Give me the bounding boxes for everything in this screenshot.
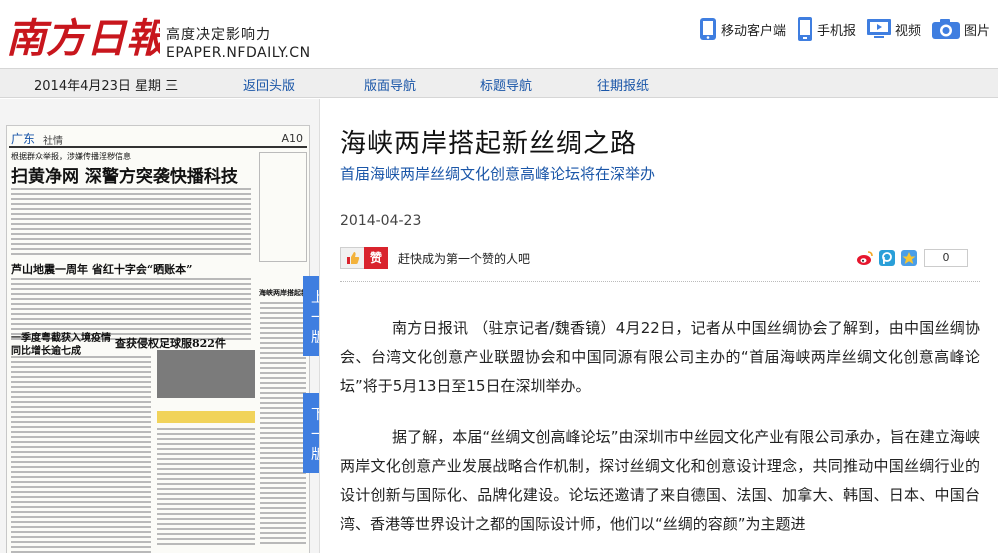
nav-page-navigation[interactable]: 版面导航 [364, 75, 416, 94]
paper-headline-4[interactable]: 查获侵权足球服822件 [115, 335, 226, 351]
camera-icon [931, 19, 960, 39]
logo-text: 南方日報 [6, 15, 160, 62]
issue-date: 2014年4月23日 星期 三 [34, 79, 179, 94]
like-hint: 赶快成为第一个赞的人吧 [398, 252, 531, 266]
tencent-share-icon[interactable] [878, 249, 896, 267]
share-count: 0 [924, 249, 968, 267]
like-label: 赞 [364, 247, 389, 269]
site-header: 南方日報 高度决定影响力 EPAPER.NFDAILY.CN 移动客户端 手机报 [0, 0, 998, 68]
prev-page-char-2: 一 [303, 308, 319, 328]
nanfang-daily-logo[interactable]: 南方日報 [4, 6, 160, 62]
paper-headline-3b: 同比增长逾七成 [11, 346, 81, 357]
video-label: 视频 [894, 23, 921, 39]
paper-photo [157, 350, 255, 398]
video-icon [866, 19, 891, 38]
slogan: 高度决定影响力 [166, 27, 271, 43]
video-link[interactable]: 视频 [866, 18, 921, 40]
paper-section: 广东 [11, 132, 36, 146]
nav-title-navigation[interactable]: 标题导航 [480, 75, 532, 94]
mobile-client-label: 移动客户端 [720, 23, 786, 39]
paper-right-column-box [259, 152, 307, 262]
paper-page-number: A10 [281, 132, 303, 145]
paper-kicker: 根据群众举报，涉嫌传播淫秽信息 [11, 152, 131, 161]
paper-text-block-1 [11, 188, 251, 258]
prev-page-char-1: 上 [303, 288, 319, 308]
mobile-client-link[interactable]: 移动客户端 [698, 17, 786, 41]
next-page-char-3: 版 [303, 445, 319, 465]
share-buttons: 0 [852, 249, 968, 267]
article-paragraph-1: 南方日报讯 （驻京记者/魏香镜）4月22日，记者从中国丝绸协会了解到，由中国丝绸… [340, 319, 980, 395]
paper-ad-banner [157, 411, 255, 423]
article: 海峡两岸搭起新丝绸之路 首届海峡两岸丝绸文化创意高峰论坛将在深举办 2014-0… [340, 99, 990, 553]
article-subtitle: 首届海峡两岸丝绸文化创意高峰论坛将在深举办 [340, 165, 656, 183]
paper-section-sub: 社情 [43, 136, 63, 147]
site-url[interactable]: EPAPER.NFDAILY.CN [166, 45, 311, 61]
paper-text-block-4 [157, 428, 255, 548]
newspaper-page-panel: 广东 社情 A10 根据群众举报，涉嫌传播淫秽信息 扫黄净网 深警方突袭快播科技… [0, 99, 320, 553]
article-title: 海峡两岸搭起新丝绸之路 [340, 129, 638, 159]
article-paragraph-2: 据了解，本届“丝绸文创高峰论坛”由深圳市中丝园文化产业有限公司承办，旨在建立海峡… [340, 428, 980, 533]
next-page-char-2: 一 [303, 425, 319, 445]
like-share-row: 赞 赶快成为第一个赞的人吧 0 [340, 245, 980, 275]
phone-news-label: 手机报 [816, 23, 856, 39]
paper-text-block-3 [11, 356, 151, 553]
phone-icon [797, 17, 812, 41]
nav-past-issues[interactable]: 往期报纸 [597, 75, 649, 94]
masthead-rule [9, 146, 307, 148]
photo-link[interactable]: 图片 [931, 18, 990, 40]
top-links: 移动客户端 手机报 视频 图片 [688, 16, 990, 42]
paper-headline-1[interactable]: 扫黄净网 深警方突袭快播科技 [11, 162, 238, 187]
nav-bar: 2014年4月23日 星期 三 返回头版 版面导航 标题导航 往期报纸 [0, 68, 998, 98]
next-page-button[interactable]: 下 一 版 [303, 393, 319, 473]
qzone-share-icon[interactable] [900, 249, 918, 267]
nav-back-to-front[interactable]: 返回头版 [243, 75, 295, 94]
newspaper-page-image[interactable]: 广东 社情 A10 根据群众举报，涉嫌传播淫秽信息 扫黄净网 深警方突袭快播科技… [6, 125, 310, 553]
prev-page-char-3: 版 [303, 328, 319, 348]
article-divider [340, 281, 980, 282]
article-body: 南方日报讯 （驻京记者/魏香镜）4月22日，记者从中国丝绸协会了解到，由中国丝绸… [340, 314, 980, 553]
thumbs-up-icon [340, 247, 364, 269]
mobile-client-icon [699, 18, 716, 40]
next-page-char-1: 下 [303, 405, 319, 425]
phone-news-link[interactable]: 手机报 [796, 16, 856, 42]
paper-headline-2[interactable]: 芦山地震一周年 省红十字会“晒账本” [11, 261, 192, 277]
like-button[interactable]: 赞 [340, 247, 389, 269]
paper-text-block-5 [260, 302, 306, 547]
article-date: 2014-04-23 [340, 213, 422, 229]
photo-label: 图片 [963, 23, 990, 39]
prev-page-button[interactable]: 上 一 版 [303, 276, 319, 356]
weibo-share-icon[interactable] [856, 249, 874, 267]
